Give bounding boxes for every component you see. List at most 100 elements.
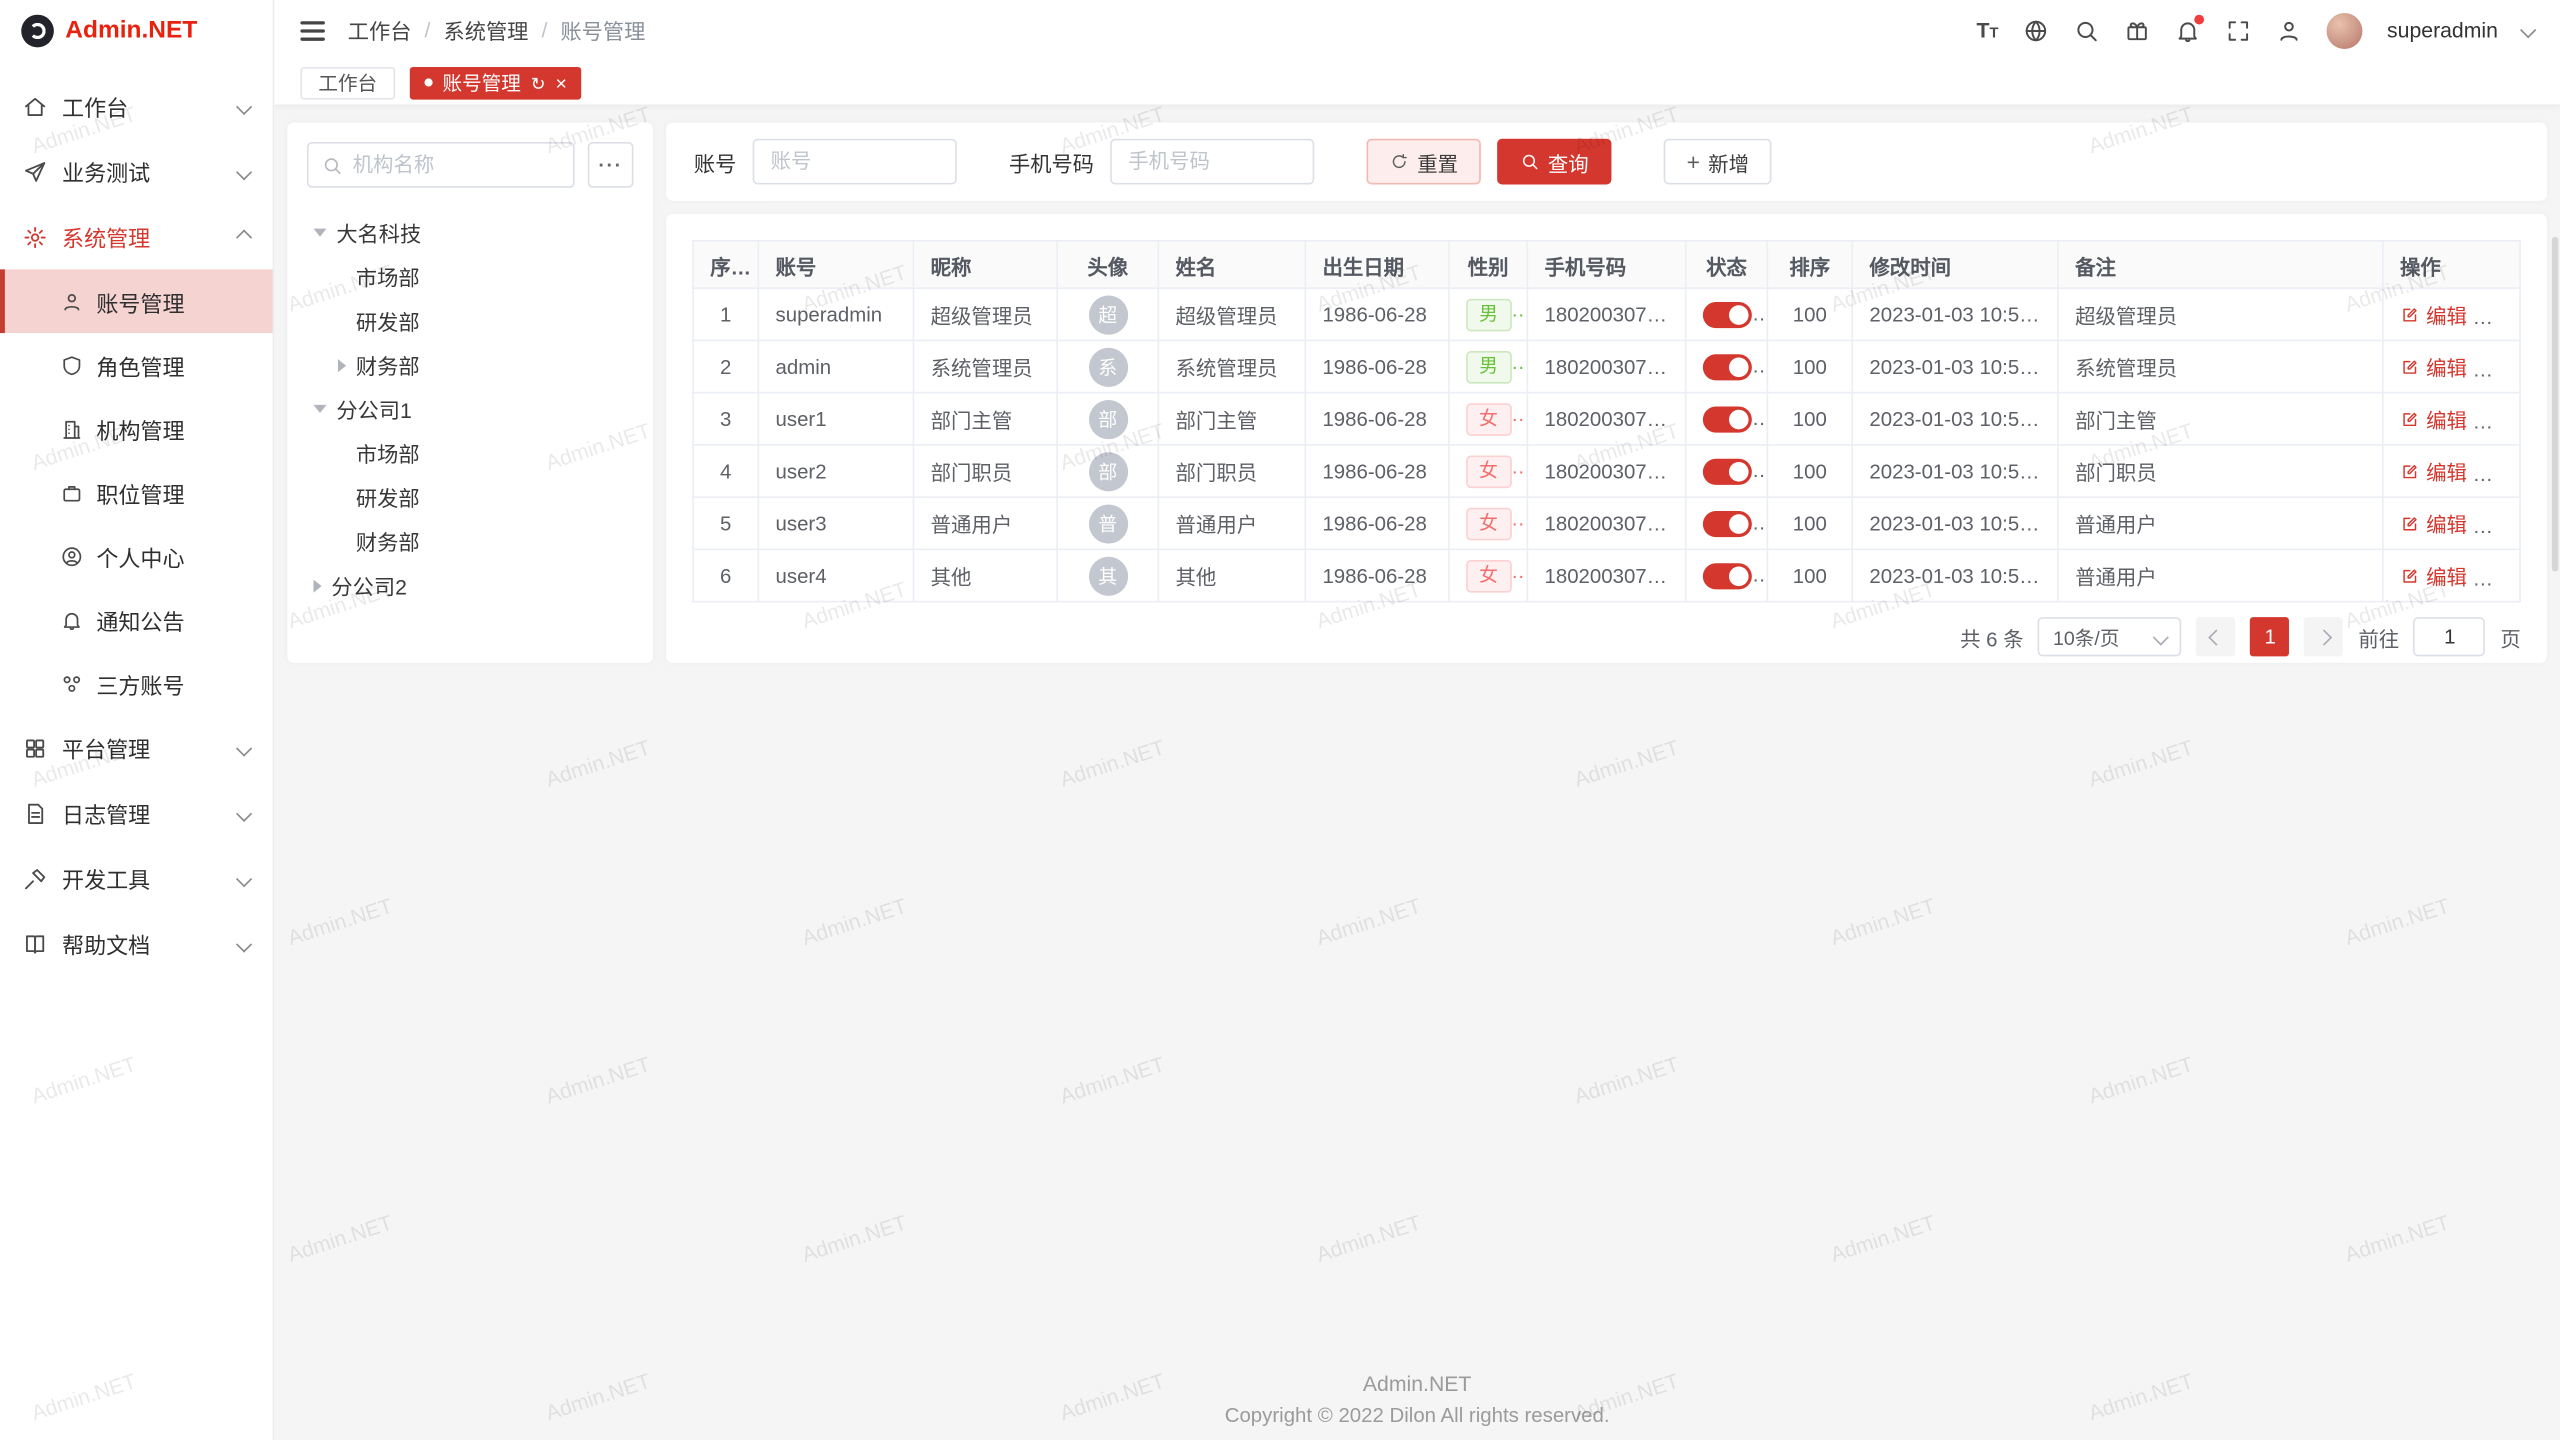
edit-button[interactable]: 编辑	[2400, 403, 2467, 434]
org-tree: 大名科技 市场部 研发部 财务部 分公司1 市场部 研发部 财务部 分公司2	[307, 211, 634, 608]
edit-button[interactable]: 编辑	[2400, 351, 2467, 382]
chevron-down-icon[interactable]	[2520, 22, 2536, 38]
sidebar-item-label: 通知公告	[96, 603, 184, 636]
sidebar-item-log-management[interactable]: 日志管理	[0, 780, 273, 845]
username[interactable]: superadmin	[2387, 18, 2498, 42]
cell-updated: 2023-01-03 10:59:44	[1852, 549, 2058, 601]
query-button[interactable]: 查询	[1497, 139, 1611, 185]
edit-button[interactable]: 编辑	[2400, 299, 2467, 330]
cell-remark: 部门主管	[2058, 393, 2383, 445]
sidebar-item-org-management[interactable]: 机构管理	[0, 397, 273, 461]
table-row: 3 user1 部门主管 部 部门主管 1986-06-28 女 1802003…	[693, 393, 2520, 445]
sidebar-item-dev-tools[interactable]: 开发工具	[0, 846, 273, 911]
sidebar-item-help-docs[interactable]: 帮助文档	[0, 911, 273, 976]
cell-avatar: 普	[1057, 497, 1158, 549]
tree-node[interactable]: 研发部	[307, 299, 634, 343]
document-icon	[23, 801, 47, 825]
tree-node[interactable]: 大名科技	[307, 211, 634, 255]
row-more-button[interactable]	[2489, 358, 2514, 381]
table-row: 6 user4 其他 其 其他 1986-06-28 女 18020030720…	[693, 549, 2520, 601]
cell-order: 100	[1767, 288, 1852, 340]
sidebar-item-business-test[interactable]: 业务测试	[0, 139, 273, 204]
sidebar-item-personal-center[interactable]: 个人中心	[0, 524, 273, 588]
page-number-1[interactable]: 1	[2251, 617, 2290, 656]
tree-node[interactable]: 市场部	[307, 255, 634, 299]
sidebar-item-workbench[interactable]: 工作台	[0, 73, 273, 138]
chevron-down-icon	[236, 740, 252, 756]
tree-node[interactable]: 分公司2	[307, 563, 634, 607]
sidebar-item-platform-management[interactable]: 平台管理	[0, 715, 273, 780]
row-more-button[interactable]	[2489, 411, 2514, 434]
tab-account-management[interactable]: 账号管理	[410, 66, 582, 99]
tree-node[interactable]: 研发部	[307, 475, 634, 519]
account-table: 序号 账号 昵称 头像 姓名 出生日期 性别 手机号码 状态 排序 修改时间 备…	[692, 240, 2521, 602]
notification-bell[interactable]	[2175, 17, 2201, 43]
edit-button[interactable]: 编辑	[2400, 508, 2467, 539]
breadcrumb-item[interactable]: 系统管理	[443, 15, 528, 46]
tree-node[interactable]: 市场部	[307, 431, 634, 475]
prev-page-button[interactable]	[2197, 617, 2236, 656]
goto-page-input[interactable]	[2414, 617, 2486, 656]
row-more-button[interactable]	[2489, 515, 2514, 538]
sidebar-item-label: 职位管理	[96, 476, 184, 509]
cell-actions: 编辑	[2383, 393, 2520, 445]
refresh-icon[interactable]	[531, 71, 546, 94]
status-toggle[interactable]	[1703, 301, 1752, 327]
status-toggle[interactable]	[1703, 458, 1752, 484]
row-more-button[interactable]	[2489, 567, 2514, 590]
search-icon[interactable]	[2074, 17, 2100, 43]
tree-node[interactable]: 财务部	[307, 519, 634, 563]
next-page-button[interactable]	[2304, 617, 2343, 656]
sidebar-item-account-management[interactable]: 账号管理	[0, 269, 273, 333]
edit-button[interactable]: 编辑	[2400, 560, 2467, 591]
tree-node[interactable]: 分公司1	[307, 387, 634, 431]
column-header: 出生日期	[1305, 241, 1449, 288]
tool-icon	[23, 866, 47, 890]
scrollbar-thumb[interactable]	[2552, 237, 2559, 572]
profile-icon[interactable]	[2276, 17, 2302, 43]
cell-updated: 2023-01-03 10:59:44	[1852, 340, 2058, 392]
sidebar-item-third-party-account[interactable]: 三方账号	[0, 651, 273, 715]
gear-icon	[23, 224, 47, 248]
language-icon[interactable]	[2023, 17, 2049, 43]
phone-label: 手机号码	[1009, 146, 1094, 177]
status-toggle[interactable]	[1703, 562, 1752, 588]
status-toggle[interactable]	[1703, 510, 1752, 536]
sidebar-item-role-management[interactable]: 角色管理	[0, 333, 273, 397]
cell-updated: 2023-01-03 10:59:44	[1852, 497, 2058, 549]
sidebar-item-position-management[interactable]: 职位管理	[0, 460, 273, 524]
theme-icon[interactable]	[2124, 17, 2150, 43]
tab-workbench[interactable]: 工作台	[300, 66, 395, 99]
org-search-input[interactable]	[353, 153, 560, 176]
page-size-select[interactable]: 10条/页	[2038, 617, 2182, 656]
edit-icon	[2400, 461, 2420, 481]
column-header: 状态	[1686, 241, 1768, 288]
edit-button[interactable]: 编辑	[2400, 456, 2467, 487]
cell-name: 超级管理员	[1158, 288, 1305, 340]
close-icon[interactable]	[556, 71, 567, 94]
sidebar: Admin.NET 工作台 业务测试 系统管理 账号管理	[0, 0, 274, 1440]
row-more-button[interactable]	[2489, 306, 2514, 329]
page-size-value: 10条/页	[2053, 623, 2119, 651]
font-size-icon[interactable]: TT	[1977, 20, 1999, 41]
cell-status	[1686, 393, 1768, 445]
org-more-button[interactable]	[588, 142, 634, 188]
row-more-button[interactable]	[2489, 463, 2514, 486]
tree-node-label: 研发部	[356, 482, 420, 513]
add-button[interactable]: 新增	[1664, 139, 1772, 185]
filter-bar: 账号 手机号码 重置 查询 新增	[666, 122, 2547, 200]
account-input[interactable]	[753, 139, 957, 185]
sidebar-item-notice[interactable]: 通知公告	[0, 588, 273, 652]
reset-button[interactable]: 重置	[1367, 139, 1481, 185]
column-header: 手机号码	[1527, 241, 1685, 288]
search-icon	[322, 154, 343, 175]
phone-input[interactable]	[1110, 139, 1314, 185]
tree-node[interactable]: 财务部	[307, 343, 634, 387]
status-toggle[interactable]	[1703, 353, 1752, 379]
breadcrumb-item[interactable]: 工作台	[348, 15, 412, 46]
sidebar-item-system-management[interactable]: 系统管理	[0, 204, 273, 269]
menu-collapse-icon[interactable]	[300, 20, 324, 40]
user-avatar[interactable]	[2327, 12, 2363, 48]
fullscreen-icon[interactable]	[2225, 17, 2251, 43]
status-toggle[interactable]	[1703, 406, 1752, 432]
